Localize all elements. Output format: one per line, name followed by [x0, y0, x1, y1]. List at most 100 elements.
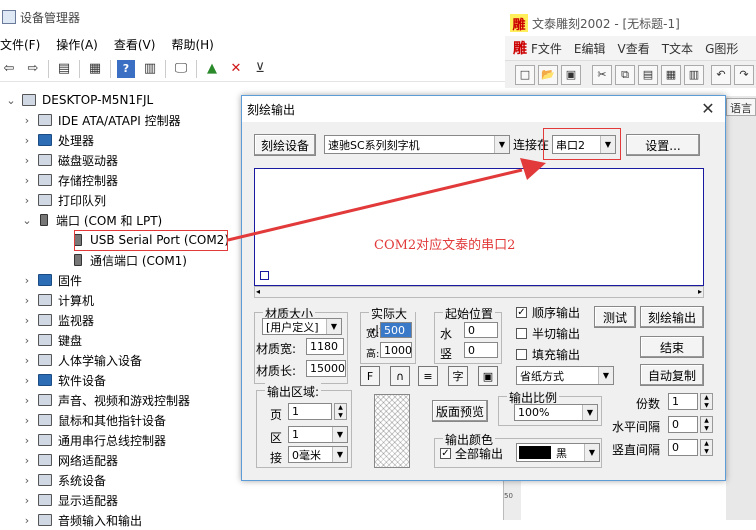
align-icon[interactable]: ≡ [418, 366, 438, 386]
tree-item[interactable]: › 软件设备 [20, 370, 106, 390]
output-all-colors-checkbox[interactable]: ✓ [440, 448, 451, 459]
uninstall-icon[interactable]: ✕ [227, 60, 245, 78]
menu-file[interactable]: 文件(F) [0, 36, 40, 53]
tree-item[interactable]: › 声音、视频和游戏控制器 [20, 390, 190, 410]
horizontal-scrollbar[interactable]: ◂ ▸ [254, 286, 704, 298]
chevron-down-icon[interactable]: ▼ [582, 405, 597, 420]
collapse-arrow-icon[interactable]: ⌄ [4, 94, 18, 107]
undo-icon[interactable]: ↶ [711, 64, 731, 85]
wentai-side-tab[interactable]: 语言 [726, 98, 756, 116]
menu-help[interactable]: 帮助(H) [171, 36, 213, 53]
help-icon[interactable]: ? [117, 59, 135, 78]
wentai-menu-file[interactable]: F文件 [531, 40, 562, 57]
wentai-menu-view[interactable]: V查看 [618, 40, 650, 57]
fill-output-checkbox[interactable] [516, 349, 527, 360]
close-icon[interactable]: ✕ [697, 99, 719, 119]
expand-arrow-icon[interactable]: › [20, 434, 34, 447]
vertical-gap-field[interactable]: 0 [668, 439, 698, 456]
wentai-menu-edit[interactable]: E编辑 [574, 40, 606, 57]
start-horizontal-field[interactable]: 0 [464, 322, 498, 338]
expand-arrow-icon[interactable]: › [20, 514, 34, 527]
show-hide-tree-icon[interactable]: ▤ [55, 60, 73, 78]
tree-root[interactable]: ⌄ DESKTOP-M5N1FJL [4, 90, 153, 110]
chevron-down-icon[interactable]: ▼ [584, 444, 599, 461]
expand-arrow-icon[interactable]: › [20, 494, 34, 507]
text-direction-icon[interactable]: 字 [448, 366, 468, 386]
chevron-down-icon[interactable]: ▼ [332, 427, 347, 442]
menu-action[interactable]: 操作(A) [56, 36, 98, 53]
actual-height-field[interactable]: 1000 [380, 342, 412, 358]
tree-item[interactable]: › 键盘 [20, 330, 82, 350]
rotate-icon[interactable]: ∩ [390, 366, 410, 386]
test-button[interactable]: 测试 [594, 306, 636, 328]
actual-width-field[interactable]: 500 [380, 322, 412, 338]
scan-hardware-icon[interactable]: 🖵 [172, 60, 190, 78]
chevron-down-icon[interactable]: ▼ [326, 319, 341, 334]
half-cut-checkbox[interactable] [516, 328, 527, 339]
tree-item[interactable]: › 人体学输入设备 [20, 350, 142, 370]
expand-arrow-icon[interactable]: › [20, 314, 34, 327]
output-scale-select[interactable]: 100% ▼ [514, 404, 598, 421]
sequential-output-checkbox[interactable]: ✓ [516, 307, 527, 318]
end-button[interactable]: 结束 [640, 336, 704, 358]
copies-spinner[interactable]: ▲ ▼ [700, 393, 713, 410]
redo-icon[interactable]: ↷ [734, 64, 754, 85]
tree-item[interactable]: ⌄ 端口 (COM 和 LPT) [20, 210, 162, 230]
tree-item[interactable]: › 监视器 [20, 310, 94, 330]
horizontal-gap-field[interactable]: 0 [668, 416, 698, 433]
expand-arrow-icon[interactable]: › [20, 454, 34, 467]
tree-item[interactable]: › 计算机 [20, 290, 94, 310]
download-icon[interactable]: ⊻ [251, 60, 269, 78]
tree-item[interactable]: › 音频输入和输出 [20, 510, 142, 530]
wentai-menu-text[interactable]: T文本 [662, 40, 693, 57]
tree-item[interactable]: › 网络适配器 [20, 450, 118, 470]
expand-arrow-icon[interactable]: › [20, 154, 34, 167]
tree-item[interactable]: › 处理器 [20, 130, 94, 150]
join-select[interactable]: 0毫米 ▼ [288, 446, 348, 463]
material-length-field[interactable]: 15000 [306, 360, 346, 377]
expand-arrow-icon[interactable]: › [20, 414, 34, 427]
open-folder-icon[interactable]: 📂 [538, 64, 558, 85]
tree-item[interactable]: › 固件 [20, 270, 82, 290]
expand-arrow-icon[interactable]: › [20, 194, 34, 207]
paper-mode-select[interactable]: 省纸方式 ▼ [516, 366, 614, 385]
expand-arrow-icon[interactable]: › [20, 354, 34, 367]
tree-item[interactable]: › 打印队列 [20, 190, 106, 210]
wentai-menu-graphic[interactable]: G图形 [705, 40, 738, 57]
expand-arrow-icon[interactable]: › [20, 394, 34, 407]
page-spinner[interactable]: ▲ ▼ [334, 403, 347, 420]
area-select[interactable]: 1 ▼ [288, 426, 348, 443]
tree-item[interactable]: › IDE ATA/ATAPI 控制器 [20, 110, 181, 130]
mirror-icon[interactable]: F [360, 366, 380, 386]
paste-icon[interactable]: ▤ [638, 64, 658, 85]
settings-button[interactable]: 设置... [626, 134, 700, 156]
material-select[interactable]: [用户定义] ▼ [262, 318, 342, 335]
output-color-select[interactable]: 黑 ▼ [516, 443, 600, 462]
expand-arrow-icon[interactable]: › [20, 294, 34, 307]
chevron-down-icon[interactable]: ▼ [494, 136, 509, 153]
tree-item[interactable]: › 系统设备 [20, 470, 106, 490]
scroll-left-icon[interactable]: ◂ [256, 287, 260, 296]
tree-item[interactable]: › 通用串行总线控制器 [20, 430, 166, 450]
expand-arrow-icon[interactable]: › [20, 174, 34, 187]
layout-icon[interactable]: ▥ [684, 64, 704, 85]
tree-item[interactable]: › 存储控制器 [20, 170, 118, 190]
layout-preview-button[interactable]: 版面预览 [432, 400, 488, 422]
forward-arrow-icon[interactable]: ⇨ [24, 60, 42, 78]
plot-device-button[interactable]: 刻绘设备 [254, 134, 316, 156]
plot-output-button[interactable]: 刻绘输出 [640, 306, 704, 328]
vertical-gap-spinner[interactable]: ▲ ▼ [700, 439, 713, 456]
tree-item[interactable]: › 磁盘驱动器 [20, 150, 118, 170]
horizontal-gap-spinner[interactable]: ▲ ▼ [700, 416, 713, 433]
copies-field[interactable]: 1 [668, 393, 698, 410]
copy-icon[interactable]: ⧉ [615, 64, 635, 85]
update-driver-icon[interactable]: ▲ [203, 60, 221, 78]
save-icon[interactable]: ▣ [561, 64, 581, 85]
new-file-icon[interactable]: □ [515, 64, 535, 85]
chevron-down-icon[interactable]: ▼ [332, 447, 347, 462]
expand-arrow-icon[interactable]: › [20, 374, 34, 387]
clipboard-icon[interactable]: ▦ [661, 64, 681, 85]
tree-child-item[interactable]: 通信端口 (COM1) [54, 250, 187, 270]
tree-item[interactable]: › 鼠标和其他指针设备 [20, 410, 166, 430]
menu-view[interactable]: 查看(V) [114, 36, 156, 53]
